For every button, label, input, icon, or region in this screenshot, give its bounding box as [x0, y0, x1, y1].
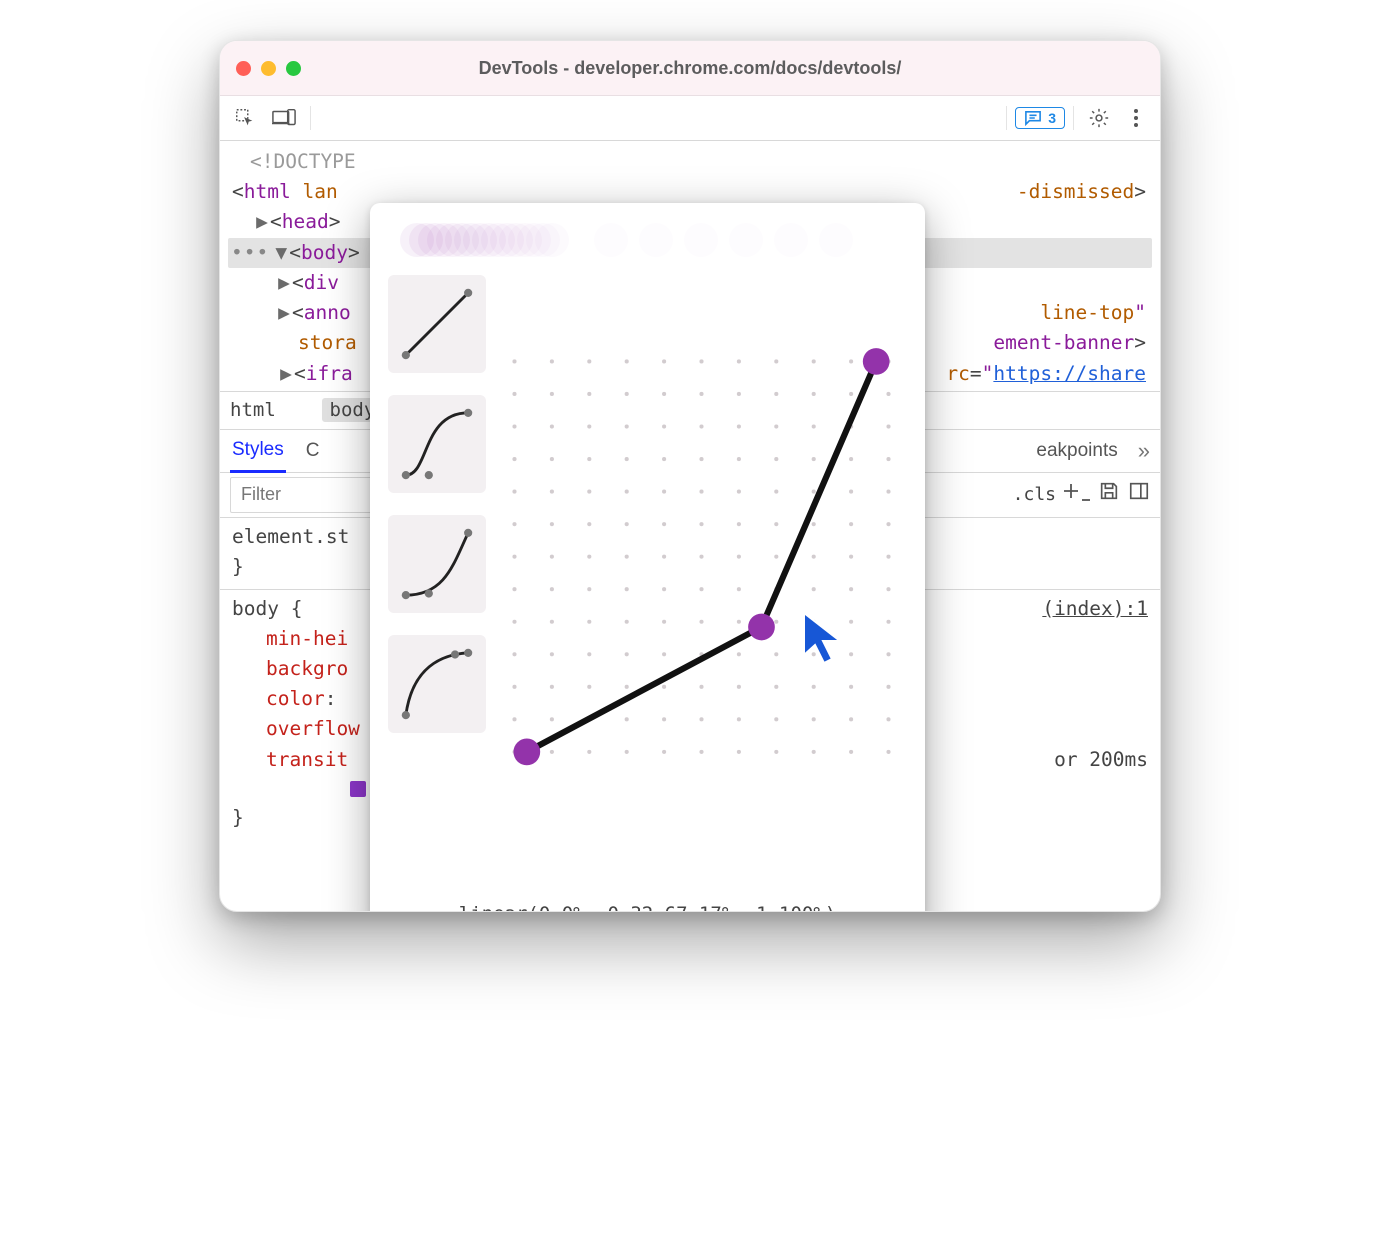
- tab-breakpoints[interactable]: eakpoints: [1034, 430, 1119, 471]
- easing-control-point[interactable]: [513, 739, 540, 766]
- easing-control-point[interactable]: [748, 614, 775, 641]
- easing-curve-canvas[interactable]: [496, 269, 907, 890]
- easing-swatch[interactable]: [350, 781, 366, 797]
- issues-button[interactable]: 3: [1015, 107, 1065, 129]
- expand-icon[interactable]: ▶: [276, 298, 292, 328]
- save-icon: [1098, 486, 1120, 506]
- device-toolbar-button[interactable]: [266, 104, 302, 132]
- easing-presets: [388, 269, 486, 890]
- tab-styles[interactable]: Styles: [230, 429, 286, 473]
- easing-preview: [394, 221, 901, 259]
- styles-filter-input[interactable]: Filter: [230, 477, 372, 513]
- issues-count: 3: [1048, 110, 1056, 126]
- crumb-html[interactable]: html: [230, 399, 276, 421]
- new-style-rule-button[interactable]: [1064, 480, 1090, 511]
- collapse-icon[interactable]: ▼: [273, 238, 289, 268]
- expand-icon[interactable]: ▶: [276, 268, 292, 298]
- settings-button[interactable]: [1082, 103, 1116, 133]
- maximize-window-button[interactable]: [286, 61, 301, 76]
- expand-icon[interactable]: ▶: [254, 207, 270, 237]
- cls-button[interactable]: .cls: [1013, 481, 1056, 509]
- inspect-element-button[interactable]: [228, 103, 262, 133]
- preset-ease-out[interactable]: [388, 635, 486, 733]
- toggle-sidebar-button[interactable]: [1128, 480, 1150, 511]
- sidebar-icon: [1128, 486, 1150, 506]
- more-button[interactable]: [1120, 103, 1152, 133]
- content: <!DOCTYPE <html lan -dismissed> ▶ <head>…: [220, 141, 1160, 911]
- main-toolbar: 3: [220, 96, 1160, 141]
- close-window-button[interactable]: [236, 61, 251, 76]
- titlebar: DevTools - developer.chrome.com/docs/dev…: [220, 41, 1160, 96]
- kebab-icon: [1126, 107, 1146, 129]
- gear-icon: [1088, 107, 1110, 129]
- preset-ease-in[interactable]: [388, 515, 486, 613]
- devtools-window: DevTools - developer.chrome.com/docs/dev…: [219, 40, 1161, 912]
- easing-control-point[interactable]: [863, 348, 890, 375]
- easing-value-text: linear(0 0%, 0.32 67.17%, 1 100%): [388, 890, 907, 912]
- window-title: DevTools - developer.chrome.com/docs/dev…: [220, 58, 1160, 79]
- more-tabs-button[interactable]: »: [1138, 434, 1150, 468]
- plus-icon: [1064, 486, 1090, 506]
- computed-styles-button[interactable]: [1098, 480, 1120, 511]
- expand-icon[interactable]: ▶: [278, 359, 294, 389]
- dom-doctype[interactable]: <!DOCTYPE: [228, 147, 1152, 177]
- window-controls: [236, 61, 301, 76]
- tab-computed[interactable]: C: [304, 430, 322, 471]
- minimize-window-button[interactable]: [261, 61, 276, 76]
- easing-editor-popover[interactable]: linear(0 0%, 0.32 67.17%, 1 100%): [370, 203, 925, 912]
- source-link[interactable]: (index):1: [1042, 594, 1148, 624]
- preset-linear[interactable]: [388, 275, 486, 373]
- preset-ease-in-out[interactable]: [388, 395, 486, 493]
